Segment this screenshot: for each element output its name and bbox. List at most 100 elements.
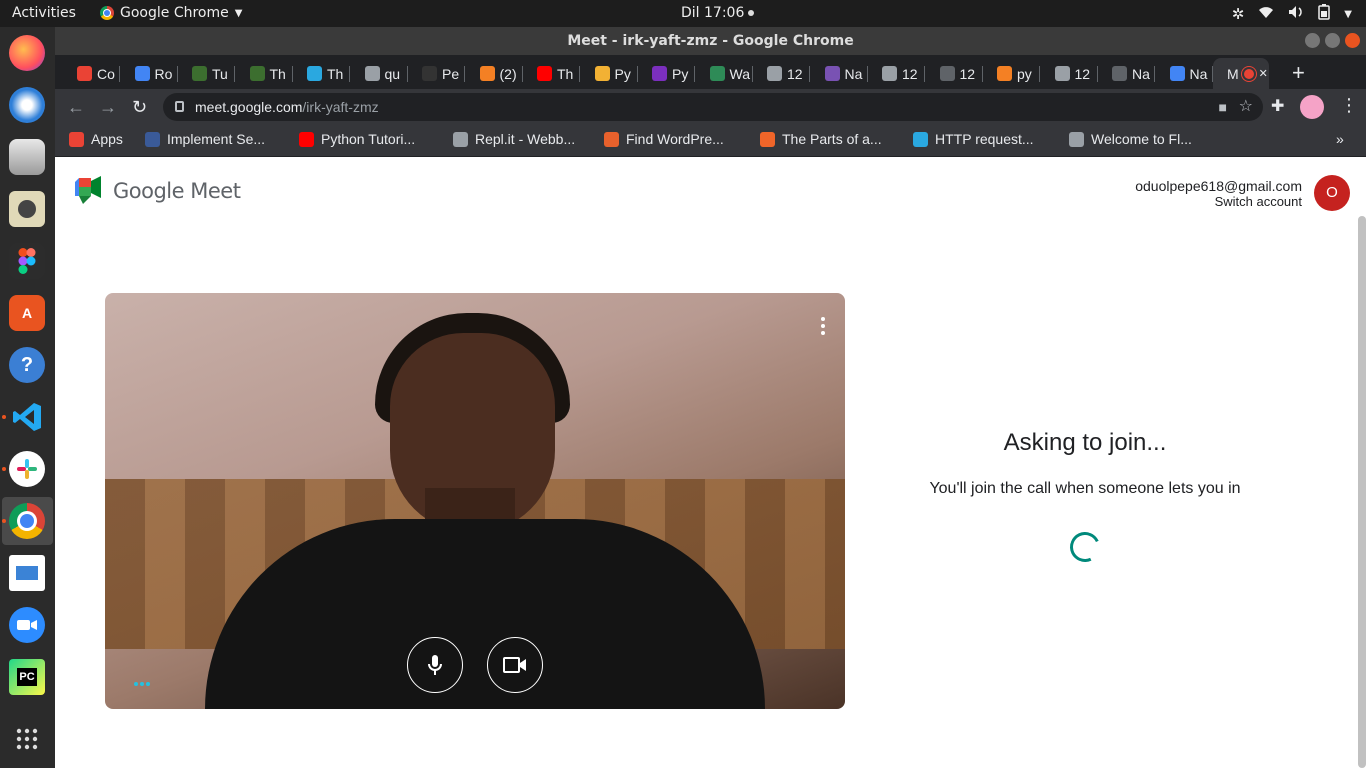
bookmark-star-icon[interactable]: ☆ [1239,93,1253,121]
minimize-button[interactable] [1305,33,1320,48]
bookmark-item[interactable]: The Parts of a... [760,131,882,147]
notification-dot-icon [748,10,755,16]
account-avatar[interactable]: O [1314,175,1350,211]
tab-favicon-icon [1054,66,1070,81]
browser-tab[interactable]: (2) [466,58,523,89]
browser-tab[interactable]: Ro [121,58,178,89]
browser-tab[interactable]: 12 [1041,58,1098,89]
mic-toggle-button[interactable] [407,637,463,693]
tab-label: Co [97,65,115,82]
bookmark-favicon-icon [453,131,468,147]
camera-toggle-button[interactable] [487,637,543,693]
figma-icon[interactable] [9,243,45,279]
bookmark-item[interactable]: Implement Se... [145,131,265,147]
more-vert-icon[interactable] [821,317,825,335]
self-video-preview [105,293,845,709]
tab-label: Ro [154,65,173,82]
slack-icon[interactable] [9,451,45,487]
back-arrow-icon[interactable]: ← [67,97,85,118]
help-icon[interactable]: ? [9,347,45,383]
tab-label: Th [327,65,344,82]
reload-icon[interactable]: ↻ [132,97,147,118]
tab-favicon-icon [997,66,1012,81]
pycharm-icon[interactable]: PC [9,659,45,695]
window-title-bar[interactable]: Meet - irk-yaft-zmz - Google Chrome [55,27,1366,55]
bookmarks-overflow-icon[interactable]: » [1336,131,1344,147]
tab-label: Na [1189,65,1208,82]
more-vert-icon[interactable]: ⋮ [1340,95,1358,116]
browser-tab[interactable]: Co [63,58,120,89]
tab-favicon-icon [1112,66,1127,81]
address-bar[interactable]: meet.google.com/irk-yaft-zmz ■ ☆ [163,93,1263,121]
bookmark-label: The Parts of a... [782,131,882,147]
browser-tab[interactable]: Tu [178,58,235,89]
scrollbar[interactable] [1358,216,1366,768]
bookmark-item[interactable]: Repl.it - Webb... [453,131,575,147]
tab-favicon-icon [939,66,955,81]
tab-label: 12 [1074,65,1091,82]
browser-tab[interactable]: 12 [753,58,810,89]
tab-favicon-icon [77,66,92,81]
app-menu[interactable]: Google Chrome ▼ [100,5,242,21]
bookmarks-bar: Apps Implement Se... Python Tutori... Repl.… [55,125,1366,157]
browser-tab[interactable]: Py [638,58,695,89]
browser-tab[interactable]: Na [1098,58,1155,89]
browser-tab[interactable]: Na [811,58,868,89]
system-tray[interactable]: ✲ ▼ [1232,4,1352,24]
tab-favicon-icon [652,66,667,81]
switch-account-link[interactable]: Switch account [1135,194,1302,210]
tab-label: Py [672,65,689,82]
bookmark-item[interactable]: Welcome to Fl... [1069,131,1192,147]
software-center-icon[interactable]: A [9,295,45,331]
extensions-puzzle-icon[interactable]: ✚ [1271,96,1284,116]
tab-label: 12 [902,65,918,82]
close-window-button[interactable] [1345,33,1360,48]
bookmark-item[interactable]: Find WordPre... [604,131,724,147]
browser-tab[interactable]: Th [236,58,293,89]
bookmark-item[interactable]: HTTP request... [913,131,1034,147]
profile-avatar-icon[interactable] [1300,95,1324,119]
libreoffice-writer-icon[interactable] [9,555,45,591]
chevron-down-icon: ▼ [234,7,243,19]
tab-label: M [1227,65,1239,82]
camera-in-use-icon[interactable]: ■ [1219,93,1227,121]
forward-arrow-icon[interactable]: → [99,97,117,118]
tab-favicon-icon [307,66,322,81]
browser-tab[interactable]: Py [581,58,638,89]
bookmark-item[interactable]: Python Tutori... [299,131,415,147]
logo-text: Google Meet [113,179,241,203]
browser-tab[interactable]: qu [351,58,408,89]
chrome-icon [100,6,114,20]
browser-tab[interactable]: M ✕ [1213,58,1269,89]
browser-tab[interactable]: 12 [926,58,983,89]
tab-favicon-icon [364,66,380,81]
show-applications-icon[interactable] [9,721,45,757]
browser-tab[interactable]: Wa [696,58,753,89]
apps-shortcut[interactable]: Apps [69,131,123,147]
browser-tab[interactable]: Th [293,58,350,89]
activities-button[interactable]: Activities [12,5,76,21]
browser-tab[interactable]: 12 [868,58,925,89]
browser-tab[interactable]: Pe [408,58,465,89]
browser-tab[interactable]: Th [523,58,580,89]
audio-level-indicator [134,682,150,686]
firefox-icon[interactable] [9,35,45,71]
mic-icon [428,655,442,675]
google-meet-logo[interactable]: Google Meet [75,176,241,206]
new-tab-button[interactable]: + [1292,60,1305,86]
tab-label: 12 [787,65,803,82]
maximize-button[interactable] [1325,33,1340,48]
bookmark-label: HTTP request... [935,131,1034,147]
thunderbird-icon[interactable] [9,87,45,123]
chrome-icon[interactable] [9,503,45,539]
vscode-icon[interactable] [9,399,45,435]
browser-tab[interactable]: Na [1156,58,1213,89]
browser-tab[interactable]: py [983,58,1040,89]
zoom-icon[interactable] [9,607,45,643]
running-indicator [2,415,6,419]
close-tab-icon[interactable]: ✕ [1259,67,1268,80]
tab-favicon-icon [249,66,265,81]
clock[interactable]: Dil 17:06 [681,5,755,21]
rhythmbox-icon[interactable] [9,191,45,227]
files-icon[interactable] [9,139,45,175]
